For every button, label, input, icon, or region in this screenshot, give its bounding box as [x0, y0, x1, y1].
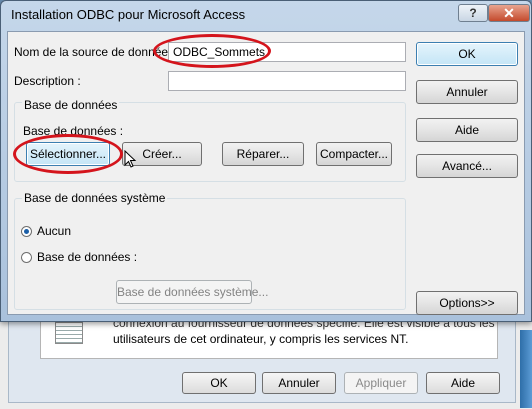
system-database-button: Base de données système...: [116, 280, 268, 304]
odbc-dialog: Installation ODBC pour Microsoft Access …: [0, 0, 532, 322]
close-button[interactable]: ✕: [488, 4, 530, 22]
ok-button[interactable]: OK: [416, 42, 518, 66]
radio-none[interactable]: [21, 226, 32, 237]
source-name-label: Nom de la source de données :: [14, 45, 181, 59]
compact-button[interactable]: Compacter...: [316, 142, 392, 166]
background-apply-button: Appliquer: [344, 372, 418, 394]
database-label: Base de données :: [23, 124, 124, 138]
background-cancel-button[interactable]: Annuler: [262, 372, 336, 394]
description-label: Description :: [14, 74, 81, 88]
options-button[interactable]: Options>>: [416, 291, 518, 315]
system-group-title: Base de données système: [22, 191, 168, 205]
radio-none-label: Aucun: [37, 224, 72, 238]
database-group-title: Base de données: [22, 98, 120, 112]
description-field[interactable]: [168, 71, 406, 91]
radio-database[interactable]: [21, 252, 32, 263]
background-help-button[interactable]: Aide: [426, 372, 500, 394]
dialog-client: Nom de la source de données : ODBC_Somme…: [7, 31, 525, 315]
cancel-button[interactable]: Annuler: [416, 80, 518, 104]
background-description-line2: utilisateurs de cet ordinateur, y compri…: [113, 332, 409, 346]
source-name-field[interactable]: ODBC_Sommets: [168, 42, 406, 62]
background-ok-button[interactable]: OK: [182, 372, 256, 394]
dialog-title: Installation ODBC pour Microsoft Access: [11, 7, 246, 22]
select-button[interactable]: Sélectionner...: [26, 142, 110, 166]
advanced-button[interactable]: Avancé...: [416, 154, 518, 178]
help-button[interactable]: Aide: [416, 118, 518, 142]
mouse-cursor-icon: [124, 150, 137, 168]
desktop-edge: [520, 330, 532, 408]
radio-database-label: Base de données :: [37, 250, 138, 264]
repair-button[interactable]: Réparer...: [222, 142, 304, 166]
document-icon: [55, 322, 83, 344]
help-title-button[interactable]: ?: [458, 4, 488, 22]
